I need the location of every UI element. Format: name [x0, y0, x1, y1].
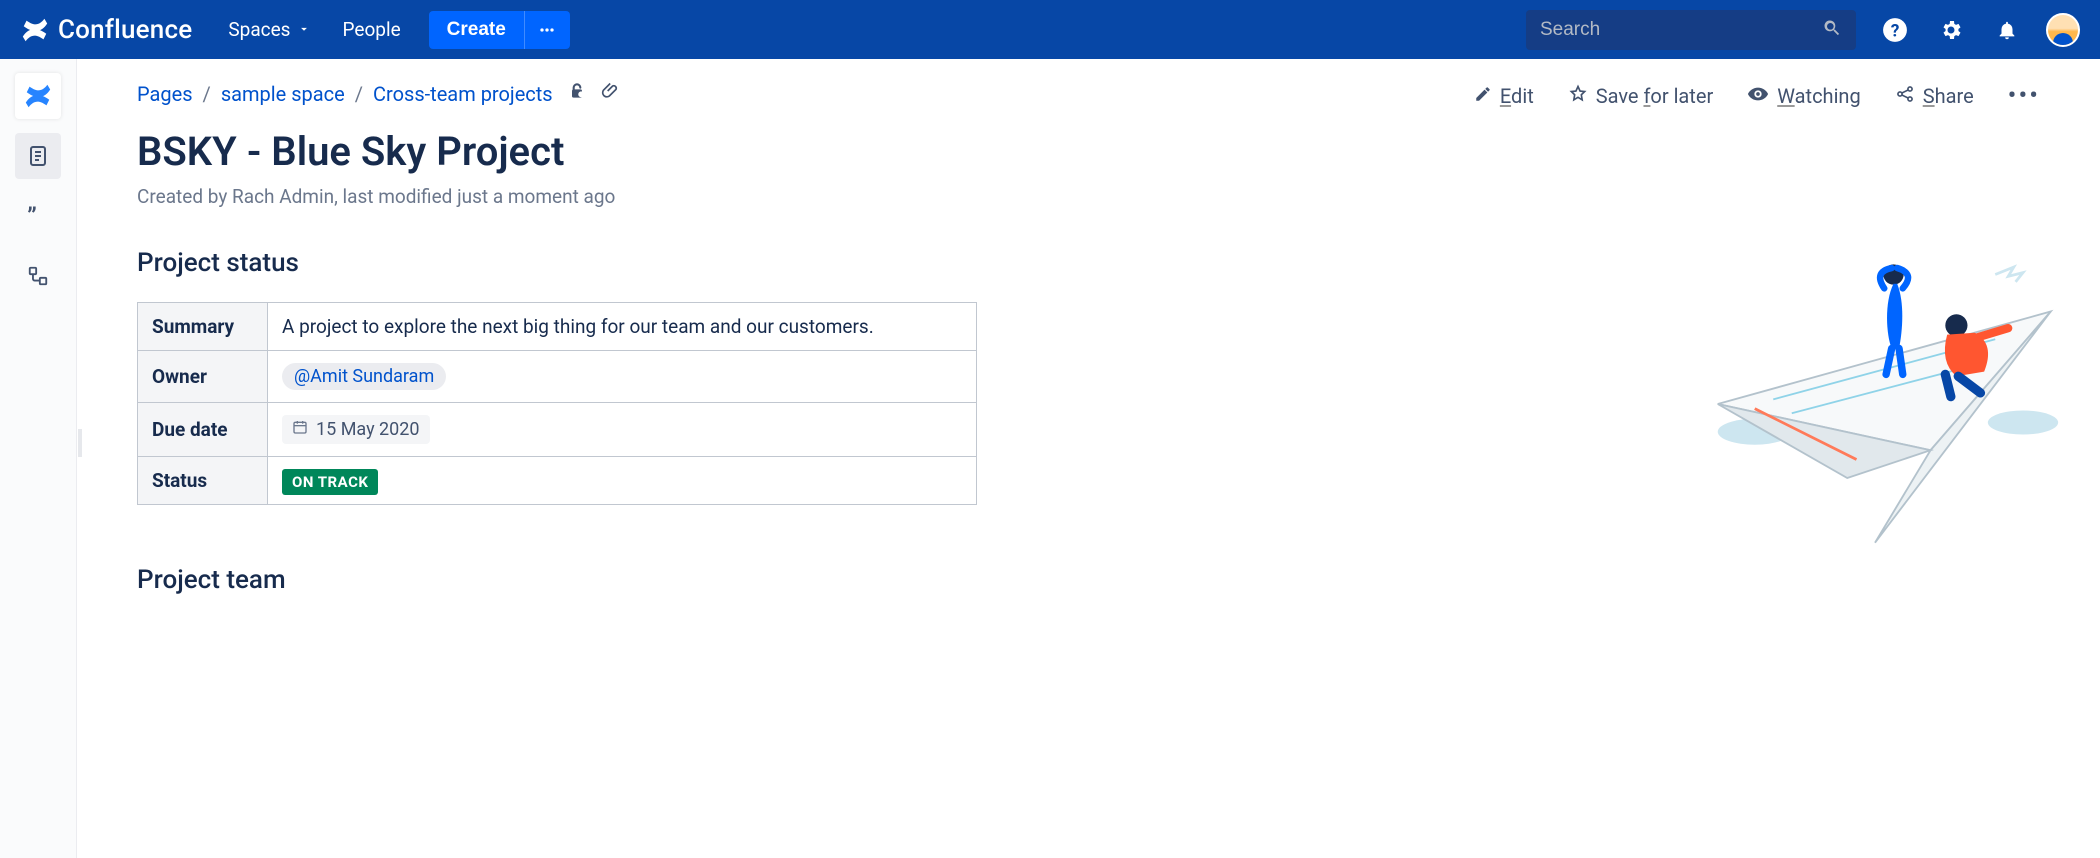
create-group: Create: [429, 11, 570, 49]
status-table: Summary A project to explore the next bi…: [137, 302, 977, 505]
owner-mention[interactable]: @Amit Sundaram: [282, 363, 446, 390]
sidebar-blog[interactable]: ”: [15, 193, 61, 239]
global-nav: Confluence Spaces People Create ?: [0, 0, 2100, 59]
search-input[interactable]: [1540, 19, 1822, 41]
svg-text:”: ”: [27, 203, 37, 229]
product-name: Confluence: [58, 15, 192, 45]
search-box[interactable]: [1526, 10, 1856, 50]
table-row: Due date 15 May 2020: [138, 403, 977, 457]
breadcrumb-parent[interactable]: Cross-team projects: [373, 82, 553, 106]
create-button[interactable]: Create: [429, 11, 524, 49]
confluence-icon: [20, 15, 50, 45]
breadcrumb-sep: /: [355, 82, 363, 106]
table-row: Summary A project to explore the next bi…: [138, 303, 977, 351]
duedate-label: Due date: [138, 403, 268, 457]
sidebar-pages[interactable]: [15, 133, 61, 179]
breadcrumb-space[interactable]: sample space: [221, 82, 345, 106]
save-label: Save for later: [1596, 84, 1714, 108]
breadcrumb-root[interactable]: Pages: [137, 82, 193, 106]
settings-icon[interactable]: [1934, 13, 1968, 47]
due-date-chip: 15 May 2020: [282, 415, 430, 444]
watching-action[interactable]: Watching: [1747, 83, 1860, 110]
space-sidebar: ”: [0, 59, 77, 858]
create-more-button[interactable]: [524, 11, 570, 49]
watching-label: Watching: [1777, 84, 1860, 108]
chevron-down-icon: [297, 18, 311, 41]
nav-spaces-label: Spaces: [228, 18, 290, 41]
page-byline: Created by Rach Admin, last modified jus…: [137, 185, 2040, 208]
status-label: Status: [138, 457, 268, 505]
nav-people[interactable]: People: [331, 12, 413, 47]
owner-label: Owner: [138, 351, 268, 403]
share-icon: [1895, 84, 1915, 109]
status-lozenge: ON TRACK: [282, 469, 378, 495]
share-label: Share: [1923, 84, 1974, 108]
page-title: BSKY - Blue Sky Project: [137, 128, 2040, 175]
help-icon[interactable]: ?: [1878, 13, 1912, 47]
space-logo[interactable]: [15, 73, 61, 119]
attachments-icon[interactable]: [601, 81, 621, 106]
summary-label: Summary: [138, 303, 268, 351]
profile-avatar[interactable]: [2046, 13, 2080, 47]
page-content: Pages / sample space / Cross-team projec…: [77, 59, 2100, 858]
summary-value: A project to explore the next big thing …: [268, 303, 977, 351]
table-row: Owner @Amit Sundaram: [138, 351, 977, 403]
nav-spaces[interactable]: Spaces: [216, 12, 322, 47]
due-date-value: 15 May 2020: [316, 419, 420, 440]
hero-illustration: [1690, 239, 2060, 569]
page-restrictions-icon[interactable]: [567, 81, 587, 106]
edit-action[interactable]: Edit: [1474, 84, 1534, 108]
svg-text:?: ?: [1891, 21, 1900, 41]
edit-label: Edit: [1500, 84, 1534, 108]
sidebar-tree[interactable]: [15, 253, 61, 299]
table-row: Status ON TRACK: [138, 457, 977, 505]
star-icon: [1568, 84, 1588, 109]
notifications-icon[interactable]: [1990, 13, 2024, 47]
share-action[interactable]: Share: [1895, 84, 1974, 109]
search-icon: [1822, 18, 1842, 42]
eye-icon: [1747, 83, 1769, 110]
calendar-icon: [292, 419, 308, 440]
pencil-icon: [1474, 84, 1492, 108]
product-logo[interactable]: Confluence: [20, 15, 192, 45]
breadcrumb-sep: /: [203, 82, 211, 106]
page-actions: Edit Save for later Watching Share •••: [1474, 81, 2040, 111]
save-for-later-action[interactable]: Save for later: [1568, 84, 1714, 109]
section-project-team: Project team: [137, 565, 2040, 595]
nav-people-label: People: [343, 18, 401, 41]
more-actions[interactable]: •••: [2008, 81, 2040, 111]
